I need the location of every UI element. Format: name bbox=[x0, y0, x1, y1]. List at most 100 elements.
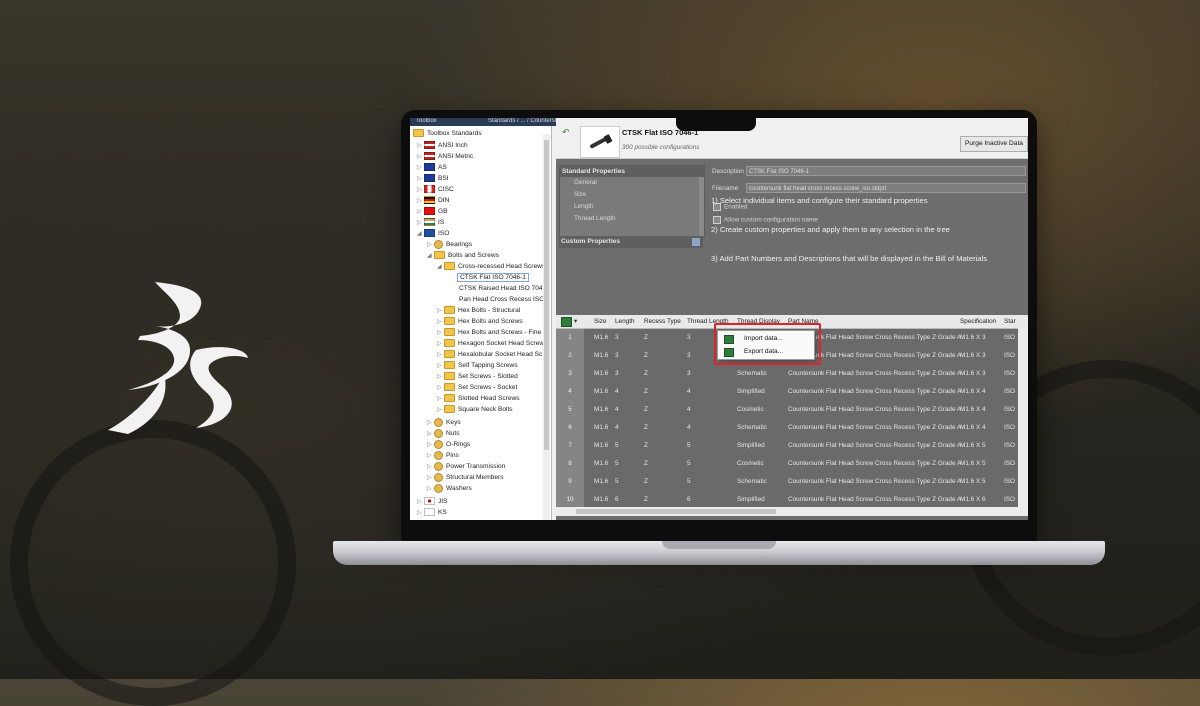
cell-specification[interactable]: M1.6 X 3 bbox=[960, 347, 986, 365]
cell-part-name[interactable]: Countersunk Flat Head Screw Cross Recess… bbox=[788, 383, 961, 401]
allow-custom-name-checkbox[interactable]: Allow custom configuration name bbox=[713, 216, 818, 224]
cell-part-name[interactable]: Countersunk Flat Head Screw Cross Recess… bbox=[788, 455, 961, 473]
cell-length[interactable]: 3 bbox=[615, 347, 619, 365]
col-recess-type[interactable]: Recess Type bbox=[644, 315, 681, 328]
cell-specification[interactable]: M1.6 X 5 bbox=[960, 437, 986, 455]
cell-thread-display[interactable]: Schematic bbox=[737, 419, 767, 437]
add-property-icon[interactable] bbox=[692, 238, 700, 246]
col-size[interactable]: Size bbox=[594, 315, 606, 328]
collapse-arrow-icon[interactable]: ◢ bbox=[437, 262, 444, 273]
row-number[interactable]: 9 bbox=[556, 473, 584, 491]
cell-standard[interactable]: ISO bbox=[1004, 437, 1015, 455]
cell-thread-length[interactable]: 5 bbox=[687, 473, 691, 491]
cell-thread-length[interactable]: 3 bbox=[687, 365, 691, 383]
cell-thread-length[interactable]: 4 bbox=[687, 383, 691, 401]
toolbox-tab[interactable]: Toolbox bbox=[416, 118, 437, 124]
tree-item-ansi-inch[interactable]: ▷ ANSI Inch bbox=[417, 140, 468, 151]
back-arrow-icon[interactable]: ↶ bbox=[562, 128, 570, 137]
tree-item-hex-bolts-structural[interactable]: ▷ Hex Bolts - Structural bbox=[437, 305, 520, 316]
cell-size[interactable]: M1.6 bbox=[594, 455, 608, 473]
tree-item-set-screws-slotted[interactable]: ▷ Set Screws - Slotted bbox=[437, 371, 518, 382]
cell-recess-type[interactable]: Z bbox=[644, 455, 648, 473]
row-number[interactable]: 7 bbox=[556, 437, 584, 455]
excel-dropdown-icon[interactable]: ▾ bbox=[574, 315, 577, 328]
table-row[interactable]: 9 M1.6 5 Z 5 Schematic Countersunk Flat Head S… bbox=[556, 473, 1028, 491]
tree-scroll-thumb[interactable] bbox=[544, 140, 549, 450]
tree-item-power-transmission[interactable]: ▷ Power Transmission bbox=[427, 461, 505, 472]
cell-standard[interactable]: ISO bbox=[1004, 365, 1015, 383]
cell-recess-type[interactable]: Z bbox=[644, 437, 648, 455]
tree-item-keys[interactable]: ▷ Keys bbox=[427, 417, 461, 428]
table-row[interactable]: 3 M1.6 3 Z 3 Schematic Countersunk Flat Head S… bbox=[556, 365, 1028, 383]
cell-size[interactable]: M1.6 bbox=[594, 401, 608, 419]
row-number[interactable]: 8 bbox=[556, 455, 584, 473]
table-row[interactable]: 5 M1.6 4 Z 4 Cosmetic Countersunk Flat Head Sc… bbox=[556, 401, 1028, 419]
tree-item-square-neck[interactable]: ▷ Square Neck Bolts bbox=[437, 404, 513, 415]
cell-size[interactable]: M1.6 bbox=[594, 383, 608, 401]
collapse-arrow-icon[interactable]: ◢ bbox=[427, 251, 434, 262]
cell-specification[interactable]: M1.6 X 3 bbox=[960, 365, 986, 383]
cell-part-name[interactable]: Countersunk Flat Head Screw Cross Recess… bbox=[788, 437, 961, 455]
col-standard[interactable]: Star bbox=[1004, 315, 1016, 328]
table-row[interactable]: 8 M1.6 5 Z 5 Cosmetic Countersunk Flat Head Sc… bbox=[556, 455, 1028, 473]
property-thread-length[interactable]: Thread Length bbox=[560, 213, 704, 225]
cell-size[interactable]: M1.6 bbox=[594, 365, 608, 383]
tree-item-set-screws-socket[interactable]: ▷ Set Screws - Socket bbox=[437, 382, 517, 393]
cell-thread-display[interactable]: Cosmetic bbox=[737, 455, 764, 473]
cell-thread-length[interactable]: 3 bbox=[687, 329, 691, 347]
cell-length[interactable]: 4 bbox=[615, 401, 619, 419]
cell-specification[interactable]: M1.6 X 4 bbox=[960, 401, 986, 419]
grid-hscroll-thumb[interactable] bbox=[576, 509, 776, 514]
tree-item-hexalobular[interactable]: ▷ Hexalobular Socket Head Sc bbox=[437, 349, 542, 360]
cell-specification[interactable]: M1.6 X 4 bbox=[960, 383, 986, 401]
cell-recess-type[interactable]: Z bbox=[644, 329, 648, 347]
tree-item-structural-members[interactable]: ▷ Structural Members bbox=[427, 472, 504, 483]
tree-root[interactable]: Toolbox Standards bbox=[413, 128, 482, 139]
cell-standard[interactable]: ISO bbox=[1004, 419, 1015, 437]
custom-properties-panel[interactable]: Custom Properties bbox=[559, 236, 703, 248]
cell-thread-display[interactable]: Simplified bbox=[737, 437, 765, 455]
tree-item-pan-head[interactable]: Pan Head Cross Recess ISO 7 bbox=[459, 294, 550, 305]
cell-part-name[interactable]: Countersunk Flat Head Screw Cross Recess… bbox=[788, 365, 961, 383]
cell-size[interactable]: M1.6 bbox=[594, 347, 608, 365]
cell-length[interactable]: 5 bbox=[615, 437, 619, 455]
tree-item-o-rings[interactable]: ▷ O-Rings bbox=[427, 439, 470, 450]
cell-recess-type[interactable]: Z bbox=[644, 473, 648, 491]
cell-length[interactable]: 5 bbox=[615, 473, 619, 491]
cell-part-name[interactable]: Countersunk Flat Head Screw Cross Recess… bbox=[788, 401, 961, 419]
cell-size[interactable]: M1.6 bbox=[594, 437, 608, 455]
tree-item-cisc[interactable]: ▷ CISC bbox=[417, 184, 454, 195]
cell-thread-length[interactable]: 4 bbox=[687, 401, 691, 419]
cell-recess-type[interactable]: Z bbox=[644, 347, 648, 365]
cell-standard[interactable]: ISO bbox=[1004, 473, 1015, 491]
description-field[interactable]: CTSK Flat ISO 7046-1 bbox=[746, 166, 1026, 176]
expand-arrow-icon[interactable]: ▷ bbox=[427, 484, 434, 495]
table-row[interactable]: 7 M1.6 5 Z 5 Simplified Countersunk Flat Head … bbox=[556, 437, 1028, 455]
cell-recess-type[interactable]: Z bbox=[644, 419, 648, 437]
table-row[interactable]: 6 M1.6 4 Z 4 Schematic Countersunk Flat Head S… bbox=[556, 419, 1028, 437]
cell-standard[interactable]: ISO bbox=[1004, 383, 1015, 401]
cell-standard[interactable]: ISO bbox=[1004, 401, 1015, 419]
tree-item-is[interactable]: ▷ IS bbox=[417, 217, 444, 228]
tree-item-self-tapping[interactable]: ▷ Self Tapping Screws bbox=[437, 360, 518, 371]
row-number[interactable]: 5 bbox=[556, 401, 584, 419]
tree-item-hex-bolts-fine[interactable]: ▷ Hex Bolts and Screws - Fine bbox=[437, 327, 541, 338]
tree-item-as[interactable]: ▷ AS bbox=[417, 162, 447, 173]
cell-part-name[interactable]: Countersunk Flat Head Screw Cross Recess… bbox=[788, 473, 961, 491]
row-number[interactable]: 1 bbox=[556, 329, 584, 347]
tree-item-hex-bolts-screws[interactable]: ▷ Hex Bolts and Screws bbox=[437, 316, 523, 327]
cell-recess-type[interactable]: Z bbox=[644, 383, 648, 401]
tree-item-bolts-screws[interactable]: ◢ Bolts and Screws bbox=[427, 250, 499, 261]
property-size[interactable]: Size bbox=[560, 189, 704, 201]
property-general[interactable]: General bbox=[560, 177, 704, 189]
cell-length[interactable]: 3 bbox=[615, 329, 619, 347]
cell-specification[interactable]: M1.6 X 5 bbox=[960, 455, 986, 473]
excel-icon[interactable] bbox=[561, 317, 572, 327]
tree-item-iso[interactable]: ◢ ISO bbox=[417, 228, 449, 239]
cell-specification[interactable]: M1.6 X 5 bbox=[960, 473, 986, 491]
row-number[interactable]: 4 bbox=[556, 383, 584, 401]
row-number[interactable]: 6 bbox=[556, 419, 584, 437]
cell-length[interactable]: 3 bbox=[615, 365, 619, 383]
cell-part-name[interactable]: Countersunk Flat Head Screw Cross Recess… bbox=[788, 419, 961, 437]
col-length[interactable]: Length bbox=[615, 315, 635, 328]
